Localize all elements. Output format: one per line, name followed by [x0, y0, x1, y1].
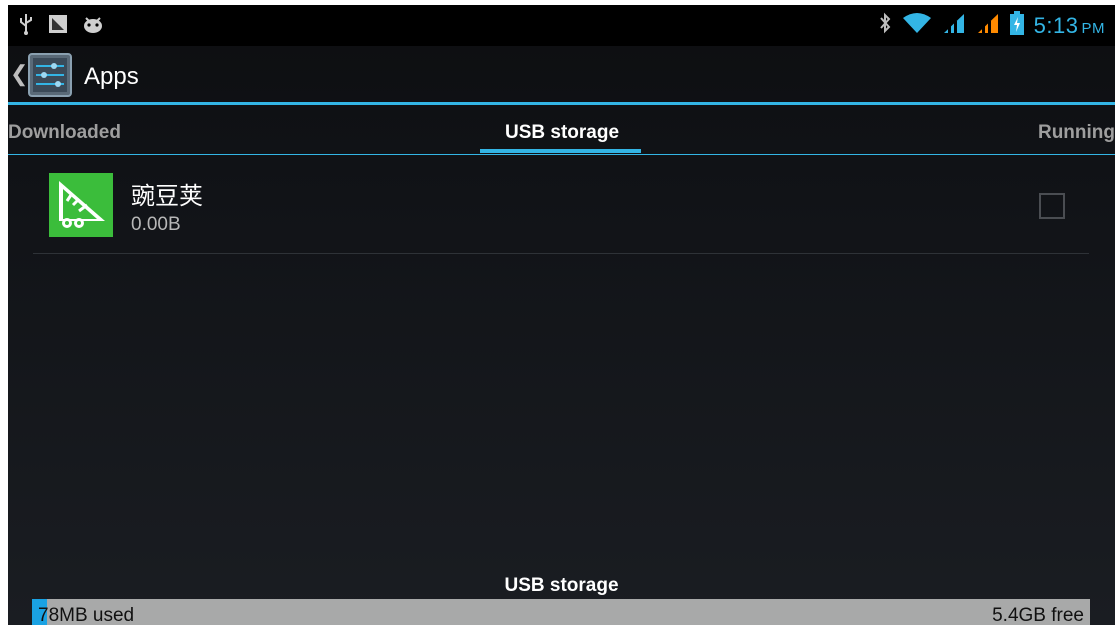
tab-bar-divider	[8, 154, 1115, 155]
tab-bar: Downloaded USB storage Running	[8, 105, 1115, 155]
bluetooth-icon	[878, 12, 892, 39]
storage-used-text: 78MB used	[38, 605, 135, 625]
clock: 5:13 PM	[1034, 13, 1105, 39]
screen: 5:13 PM ❮ Apps Downloaded USB storage Run…	[8, 5, 1115, 625]
settings-sliders-icon[interactable]	[28, 53, 72, 97]
action-bar[interactable]: ❮ Apps	[8, 47, 1115, 102]
page-title: Apps	[84, 63, 139, 90]
app-name: 豌豆荚	[131, 183, 203, 210]
android-debug-icon	[82, 15, 104, 38]
tab-selected-indicator	[480, 149, 641, 153]
wifi-icon	[902, 12, 932, 39]
signal-1-icon	[942, 12, 966, 39]
screenshot-icon	[48, 14, 68, 39]
chevron-left-icon[interactable]: ❮	[10, 61, 28, 87]
battery-charging-icon	[1009, 11, 1024, 40]
clock-ampm: PM	[1081, 19, 1105, 37]
storage-bar: 78MB used 5.4GB free	[32, 599, 1090, 625]
storage-free-text: 5.4GB free	[992, 605, 1084, 625]
signal-2-icon	[976, 12, 1000, 39]
app-checkbox[interactable]	[1039, 193, 1065, 219]
tab-usb-storage[interactable]: USB storage	[505, 122, 619, 144]
clock-time: 5:13	[1033, 12, 1079, 38]
tab-downloaded[interactable]: Downloaded	[8, 122, 121, 144]
list-item[interactable]: 豌豆荚 0.00B	[33, 165, 1089, 253]
wandoujia-icon	[49, 173, 113, 237]
status-bar: 5:13 PM	[8, 5, 1115, 46]
app-size: 0.00B	[131, 214, 181, 235]
tab-running[interactable]: Running	[1038, 122, 1115, 144]
list-divider	[33, 253, 1089, 254]
usb-icon	[18, 13, 34, 40]
storage-label: USB storage	[504, 575, 619, 596]
